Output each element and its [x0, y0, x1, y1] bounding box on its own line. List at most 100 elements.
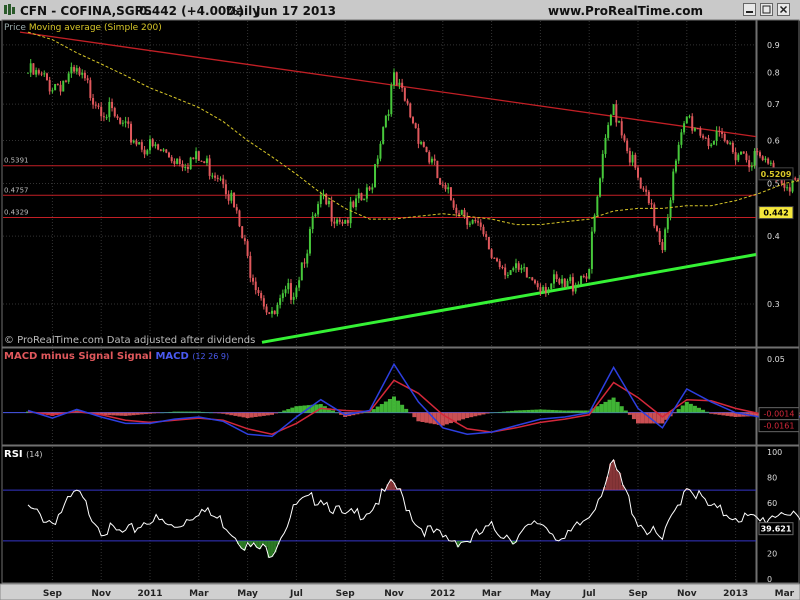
price-candle	[588, 268, 591, 279]
price-candle	[669, 200, 672, 218]
price-candle	[365, 187, 368, 199]
price-candle	[710, 144, 713, 147]
price-candle	[162, 149, 165, 151]
price-candle	[344, 220, 347, 224]
macd-histogram-bar	[631, 412, 636, 420]
macd-histogram-bar	[408, 412, 413, 414]
price-panel-title: Price Moving average (Simple 200)	[4, 23, 162, 33]
price-candle	[542, 286, 545, 292]
price-candle	[83, 72, 86, 79]
macd-histogram-bar	[253, 412, 258, 417]
macd-histogram-bar	[148, 412, 152, 414]
horizontal-level-label: 0.4329	[4, 208, 29, 216]
macd-histogram-bar	[172, 411, 177, 413]
price-candle	[100, 106, 103, 117]
price-candle	[547, 289, 550, 293]
price-candle	[235, 207, 238, 211]
price-candle	[748, 160, 751, 168]
x-tick-label: Sep	[43, 589, 63, 599]
price-candle	[298, 280, 301, 288]
price-candle	[379, 143, 382, 159]
macd-histogram-bar	[534, 409, 539, 413]
price-candle	[92, 97, 95, 105]
price-candle	[346, 220, 349, 224]
price-candle	[580, 276, 583, 285]
price-candle	[48, 80, 51, 92]
price-candle	[159, 149, 162, 151]
price-candle	[447, 187, 450, 190]
price-candle	[704, 137, 707, 139]
price-candle	[794, 177, 797, 180]
macd-histogram-bar	[640, 412, 645, 424]
price-candle	[612, 104, 615, 115]
macd-histogram-bar	[489, 412, 494, 414]
price-candle	[672, 171, 675, 201]
price-candle	[178, 158, 181, 164]
macd-histogram-bar	[298, 405, 303, 413]
price-candle	[127, 121, 130, 124]
macd-histogram-bar	[363, 412, 368, 413]
macd-histogram-bar	[570, 410, 575, 413]
price-candle	[227, 194, 230, 201]
price-candle	[192, 157, 195, 160]
macd-histogram-bar	[477, 412, 482, 416]
price-candle	[51, 90, 54, 92]
price-candle	[43, 73, 46, 75]
price-candle	[233, 192, 236, 208]
price-candle	[620, 121, 623, 136]
price-candle	[558, 279, 561, 284]
macd-histogram-bar	[196, 411, 201, 413]
price-candle	[460, 210, 463, 215]
x-tick-label: Nov	[677, 589, 697, 599]
price-candle	[238, 210, 241, 227]
price-candle	[62, 80, 65, 92]
price-candle	[319, 194, 322, 205]
price-candle	[363, 198, 366, 201]
price-candle	[533, 280, 536, 284]
price-candle	[195, 151, 198, 160]
price-candle	[119, 117, 122, 124]
rsi-value-tag: 39.621	[761, 525, 792, 534]
macd-histogram-bar	[546, 409, 551, 413]
price-candle	[561, 278, 564, 284]
macd-histogram-bar	[160, 412, 165, 414]
price-candle	[544, 286, 547, 293]
macd-histogram-bar	[379, 404, 384, 413]
rsi-overbought-fill	[615, 469, 619, 491]
price-candle	[135, 140, 138, 145]
price-candle	[54, 84, 57, 91]
price-candle	[265, 306, 268, 313]
price-candle	[490, 249, 493, 258]
macd-histogram-bar	[725, 412, 730, 416]
price-candle	[124, 121, 127, 123]
panel-rsi	[1, 445, 757, 584]
price-candle	[528, 277, 531, 279]
last-price-tag: 0.442	[763, 209, 788, 218]
macd-histogram-bar	[265, 412, 270, 416]
price-candle	[384, 115, 387, 128]
macd-histogram-bar	[416, 412, 421, 422]
price-candle	[393, 72, 395, 86]
price-candle	[94, 104, 97, 106]
macd-histogram-bar	[156, 412, 161, 414]
x-tick-label: May	[237, 589, 258, 599]
macd-histogram-bar	[204, 412, 209, 413]
macd-histogram-bar	[717, 412, 722, 415]
price-candle	[374, 164, 377, 188]
price-candle	[552, 274, 555, 284]
rsi-title-label: RSI	[4, 449, 23, 460]
price-candle	[75, 68, 78, 72]
macd-histogram-bar	[672, 412, 677, 414]
price-candle	[56, 84, 59, 86]
price-candle	[493, 257, 496, 259]
price-candle	[336, 219, 339, 224]
price-candle	[707, 138, 710, 147]
macd-histogram-bar	[335, 412, 340, 414]
price-candle	[208, 158, 211, 176]
price-candle	[252, 277, 255, 282]
macd-histogram-bar	[139, 412, 144, 415]
macd-histogram-bar	[249, 412, 254, 418]
macd-histogram-bar	[709, 412, 714, 414]
macd-histogram-bar	[497, 411, 502, 413]
chart-canvas: Sep Nov 2011 Mar May Jul Sep Nov 2012 Mar May Jul Se…	[0, 19, 800, 600]
